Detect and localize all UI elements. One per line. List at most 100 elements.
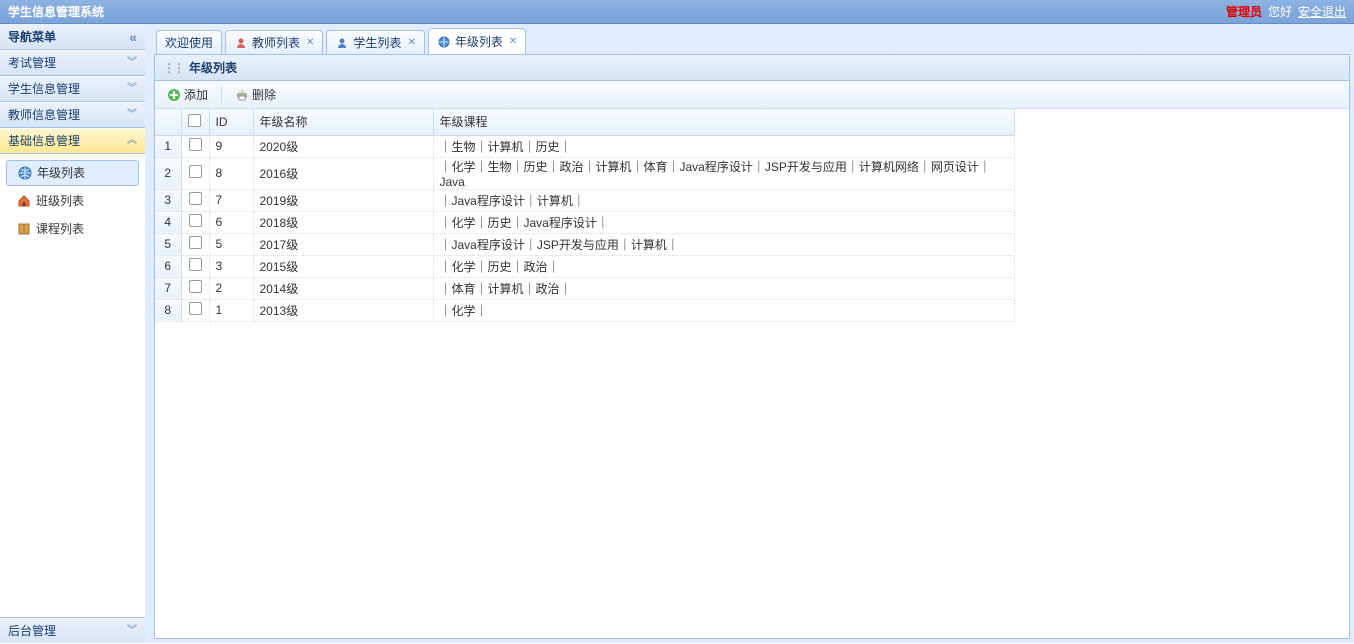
- checkbox-icon[interactable]: [189, 192, 202, 205]
- sidebar: 导航菜单 « 考试管理 ︾ 学生信息管理 ︾ 教师信息管理 ︾ 基础信息管理 ︽: [0, 24, 150, 643]
- sidebar-tree: 年级列表 班级列表 课程列表: [0, 154, 145, 248]
- tab-label: 欢迎使用: [165, 32, 213, 54]
- checkbox-icon[interactable]: [189, 165, 202, 178]
- col-name-header[interactable]: 年级名称: [253, 109, 433, 135]
- checkbox-icon[interactable]: [189, 138, 202, 151]
- app-header: 学生信息管理系统 管理员 您好 安全退出: [0, 0, 1354, 24]
- cell-courses: ｜化学｜生物｜历史｜政治｜计算机｜体育｜Java程序设计｜JSP开发与应用｜计算…: [433, 157, 1015, 189]
- row-number: 4: [155, 211, 181, 233]
- sidebar-section-student[interactable]: 学生信息管理 ︾: [0, 76, 145, 102]
- tab-student-list[interactable]: 学生列表 ✕: [326, 30, 424, 54]
- plus-icon: [167, 88, 181, 102]
- delete-button[interactable]: 删除: [229, 84, 282, 105]
- cell-courses: ｜Java程序设计｜JSP开发与应用｜计算机｜: [433, 233, 1015, 255]
- printer-icon: [235, 88, 249, 102]
- table-row[interactable]: 7 22014级｜体育｜计算机｜政治｜: [155, 277, 1015, 299]
- data-grid: ID 年级名称 年级课程 192020级｜生物｜计算机｜历史｜282016级｜化…: [155, 109, 1349, 638]
- home-icon: [16, 193, 32, 209]
- greeting: 您好: [1268, 0, 1292, 24]
- table-row[interactable]: 462018级｜化学｜历史｜Java程序设计｜: [155, 211, 1015, 233]
- cell-name: 2016级: [253, 157, 433, 189]
- checkbox-icon[interactable]: [188, 114, 201, 127]
- tree-item-class[interactable]: 班级列表: [6, 188, 139, 214]
- row-checkbox-cell[interactable]: [181, 255, 209, 277]
- user-role: 管理员: [1226, 0, 1262, 24]
- chevron-down-icon: ︾: [127, 102, 137, 128]
- table-row[interactable]: 192020级｜生物｜计算机｜历史｜: [155, 135, 1015, 157]
- book-icon: [16, 221, 32, 237]
- close-icon[interactable]: ✕: [407, 32, 415, 54]
- cell-courses: ｜化学｜: [433, 299, 1015, 321]
- tree-item-course[interactable]: 课程列表: [6, 216, 139, 242]
- row-number: 6: [155, 255, 181, 277]
- sidebar-section-label: 教师信息管理: [8, 102, 80, 128]
- tab-label: 教师列表: [252, 32, 300, 54]
- row-number: 3: [155, 189, 181, 211]
- tab-bar: 欢迎使用 教师列表 ✕ 学生列表 ✕ 年级列表: [154, 28, 1350, 54]
- row-checkbox-cell[interactable]: [181, 233, 209, 255]
- logout-link[interactable]: 安全退出: [1298, 0, 1346, 24]
- globe-icon: [17, 165, 33, 181]
- add-button[interactable]: 添加: [161, 84, 214, 105]
- table-row[interactable]: 282016级｜化学｜生物｜历史｜政治｜计算机｜体育｜Java程序设计｜JSP开…: [155, 157, 1015, 189]
- tree-item-grade[interactable]: 年级列表: [6, 160, 139, 186]
- col-checkbox-header[interactable]: [181, 109, 209, 135]
- checkbox-icon[interactable]: [189, 214, 202, 227]
- globe-icon: [437, 35, 451, 49]
- row-checkbox-cell[interactable]: [181, 157, 209, 189]
- add-label: 添加: [184, 86, 208, 103]
- table-row[interactable]: 6 32015级｜化学｜历史｜政治｜: [155, 255, 1015, 277]
- sidebar-title-text: 导航菜单: [8, 24, 56, 50]
- cell-id: 3: [209, 255, 253, 277]
- chevron-down-icon: ︾: [127, 618, 137, 644]
- row-checkbox-cell[interactable]: [181, 277, 209, 299]
- close-icon[interactable]: ✕: [306, 32, 314, 54]
- panel-title-text: 年级列表: [189, 55, 237, 81]
- row-checkbox-cell[interactable]: [181, 299, 209, 321]
- col-id-header[interactable]: ID: [209, 109, 253, 135]
- cell-name: 2013级: [253, 299, 433, 321]
- table-row[interactable]: 552017级｜Java程序设计｜JSP开发与应用｜计算机｜: [155, 233, 1015, 255]
- col-courses-header[interactable]: 年级课程: [433, 109, 1015, 135]
- person-icon: [335, 36, 349, 50]
- cell-courses: ｜体育｜计算机｜政治｜: [433, 277, 1015, 299]
- cell-courses: ｜生物｜计算机｜历史｜: [433, 135, 1015, 157]
- sidebar-title: 导航菜单 «: [0, 24, 145, 50]
- sidebar-section-label: 后台管理: [8, 618, 56, 644]
- cell-name: 2020级: [253, 135, 433, 157]
- row-checkbox-cell[interactable]: [181, 189, 209, 211]
- cell-courses: ｜Java程序设计｜计算机｜: [433, 189, 1015, 211]
- sidebar-section-exam[interactable]: 考试管理 ︾: [0, 50, 145, 76]
- cell-name: 2014级: [253, 277, 433, 299]
- checkbox-icon[interactable]: [189, 280, 202, 293]
- tree-item-label: 年级列表: [37, 160, 85, 186]
- tab-welcome[interactable]: 欢迎使用: [156, 30, 222, 54]
- header-user-area: 管理员 您好 安全退出: [1226, 0, 1346, 23]
- row-number: 7: [155, 277, 181, 299]
- checkbox-icon[interactable]: [189, 258, 202, 271]
- collapse-icon[interactable]: «: [129, 24, 137, 50]
- sidebar-section-admin[interactable]: 后台管理 ︾: [0, 617, 145, 643]
- row-number: 5: [155, 233, 181, 255]
- checkbox-icon[interactable]: [189, 236, 202, 249]
- row-checkbox-cell[interactable]: [181, 135, 209, 157]
- separator: [221, 86, 222, 104]
- close-icon[interactable]: ✕: [509, 31, 517, 53]
- tab-teacher-list[interactable]: 教师列表 ✕: [225, 30, 323, 54]
- table-row[interactable]: 812013级｜化学｜: [155, 299, 1015, 321]
- cell-courses: ｜化学｜历史｜Java程序设计｜: [433, 211, 1015, 233]
- tab-grade-list[interactable]: 年级列表 ✕: [428, 28, 526, 54]
- sidebar-section-basic[interactable]: 基础信息管理 ︽: [0, 128, 145, 154]
- sidebar-section-teacher[interactable]: 教师信息管理 ︾: [0, 102, 145, 128]
- sidebar-section-label: 学生信息管理: [8, 76, 80, 102]
- table-row[interactable]: 372019级｜Java程序设计｜计算机｜: [155, 189, 1015, 211]
- cell-courses: ｜化学｜历史｜政治｜: [433, 255, 1015, 277]
- row-number: 1: [155, 135, 181, 157]
- tree-item-label: 课程列表: [36, 216, 84, 242]
- row-number: 2: [155, 157, 181, 189]
- checkbox-icon[interactable]: [189, 302, 202, 315]
- cell-id: 5: [209, 233, 253, 255]
- cell-id: 2: [209, 277, 253, 299]
- row-checkbox-cell[interactable]: [181, 211, 209, 233]
- cell-name: 2015级: [253, 255, 433, 277]
